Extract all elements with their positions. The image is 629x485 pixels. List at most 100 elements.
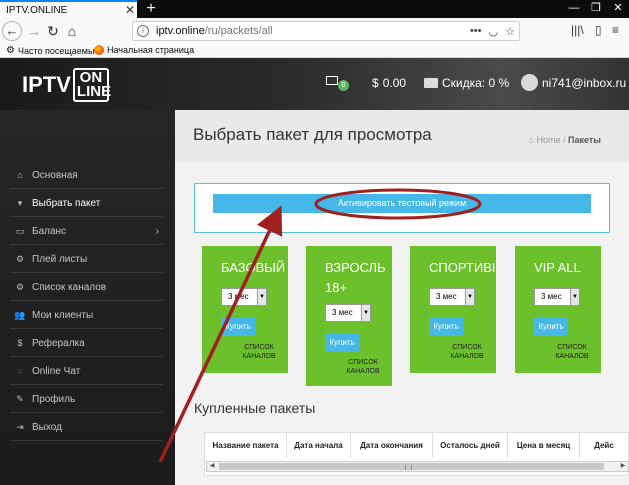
buy-button[interactable]: Купить: [221, 318, 255, 336]
forward-arrow-icon[interactable]: →: [25, 22, 43, 40]
period-value: 3 мес: [436, 292, 457, 301]
sidebar-item-balance[interactable]: ▭ Баланс ›: [10, 218, 163, 245]
page-header: Выбрать пакет для просмотра ⌂ Home / Пак…: [175, 110, 629, 162]
table-header-cell[interactable]: Осталось дней: [433, 433, 508, 458]
menu-icon[interactable]: ≡: [612, 23, 619, 37]
bookmark-label: Начальная страница: [107, 45, 195, 55]
scrollbar-thumb[interactable]: [219, 463, 604, 470]
users-icon: 👥: [14, 309, 26, 320]
new-tab-button[interactable]: +: [141, 0, 161, 18]
table-header-cell[interactable]: Дата окончания: [351, 433, 433, 458]
period-select[interactable]: 3 мес ▼: [429, 288, 475, 306]
sidebar-item-playlists[interactable]: ⚙ Плей листы: [10, 246, 163, 273]
table-header-cell[interactable]: Дата начала: [287, 433, 351, 458]
site-logo[interactable]: IPTV ON LINE: [22, 68, 111, 102]
reload-icon[interactable]: ↻: [44, 22, 62, 40]
maximize-icon[interactable]: ❐: [585, 0, 607, 18]
package-card-basic: БАЗОВЫЙ 3 мес ▼ Купить СПИСОК КАНАЛОВ: [202, 246, 288, 373]
bookmarks-toolbar: ⚙ Часто посещаемые Начальная страница: [0, 44, 629, 58]
balance-value: 0.00: [382, 76, 407, 90]
library-icon[interactable]: |||\: [571, 23, 584, 37]
bookmark-most-visited[interactable]: ⚙ Часто посещаемые: [6, 45, 99, 56]
sidebar-item-label: Баланс: [32, 225, 67, 237]
sidebar-item-label: Выход: [32, 421, 62, 433]
purchased-packages-title: Купленные пакеты: [194, 400, 316, 416]
channel-list-link[interactable]: СПИСОК КАНАЛОВ: [440, 343, 494, 361]
activate-trial-button[interactable]: Активировать тестовый режим: [213, 194, 591, 213]
wallet-icon: [424, 78, 438, 88]
gear-icon: ⚙: [15, 281, 25, 292]
sidebar-item-profile[interactable]: ✎ Профиль: [10, 386, 163, 413]
bookmark-star-icon[interactable]: ☆: [505, 25, 515, 38]
table-header-cell[interactable]: Дейс: [580, 433, 628, 458]
package-title: БАЗОВЫЙ: [221, 260, 286, 275]
user-menu[interactable]: ni741@inbox.ru: [521, 74, 626, 91]
period-select[interactable]: 3 мес ▼: [221, 288, 267, 306]
trial-panel: Активировать тестовый режим: [194, 183, 610, 233]
sidebar-item-label: Плей листы: [32, 253, 88, 265]
home-icon[interactable]: ⌂: [63, 22, 81, 40]
buy-button[interactable]: Купить: [429, 318, 463, 336]
browser-nav-bar: ← → ↻ ⌂ i iptv.online /ru/packets/all ••…: [0, 18, 629, 44]
channel-list-link[interactable]: СПИСОК КАНАЛОВ: [336, 358, 390, 376]
chevron-down-icon: ▼: [465, 289, 474, 305]
sidebar-item-label: Список каналов: [32, 281, 107, 293]
card-icon: ▭: [15, 225, 25, 236]
sidebar-item-logout[interactable]: ⇥ Выход: [10, 414, 163, 441]
channel-list-link[interactable]: СПИСОК КАНАЛОВ: [545, 343, 599, 361]
sidebar-item-label: Основная: [32, 169, 78, 181]
envelope-icon: [326, 76, 338, 85]
close-tab-icon[interactable]: ✕: [123, 3, 137, 17]
table-header-row: Название пакета Дата начала Дата окончан…: [205, 433, 628, 458]
sidebar-item-main[interactable]: ⌂ Основная: [10, 162, 163, 189]
breadcrumb-separator: /: [563, 135, 566, 145]
sidebar-toggle-icon[interactable]: ▯: [595, 23, 602, 37]
logout-icon: ⇥: [16, 421, 24, 432]
period-select[interactable]: 3 мес ▼: [534, 288, 580, 306]
package-title: ВЗРОСЛЫЙ 18+: [325, 260, 385, 295]
sidebar-item-referral[interactable]: $ Рефералка: [10, 330, 163, 357]
mail-count-badge: 0: [338, 80, 349, 91]
messages-button[interactable]: [326, 76, 338, 85]
table-header-cell[interactable]: Цена в месяц: [508, 433, 580, 458]
dollar-icon: $: [372, 76, 379, 90]
close-window-icon[interactable]: ✕: [607, 0, 629, 18]
minimize-icon[interactable]: —: [563, 0, 585, 18]
purchased-packages-table: Название пакета Дата начала Дата окончан…: [204, 432, 629, 476]
horizontal-scrollbar[interactable]: ◀ ▶: [206, 461, 629, 472]
tab-title: IPTV.ONLINE: [6, 4, 68, 16]
page-actions-icon[interactable]: •••: [470, 25, 482, 37]
chevron-right-icon: ›: [155, 225, 159, 237]
period-value: 3 мес: [228, 292, 249, 301]
period-select[interactable]: 3 мес ▼: [325, 304, 371, 322]
back-arrow-icon[interactable]: ←: [2, 21, 22, 41]
url-bar[interactable]: i iptv.online /ru/packets/all ••• ◡ ☆: [132, 21, 520, 41]
bookmark-label: Часто посещаемые: [17, 45, 100, 56]
chevron-down-icon: ▼: [570, 289, 579, 305]
logo-iptv-text: IPTV: [22, 72, 71, 97]
sidebar-item-online-chat[interactable]: ◌ Online Чат: [10, 358, 163, 385]
buy-button[interactable]: Купить: [325, 334, 359, 352]
sidebar-item-label: Мои клиенты: [32, 309, 94, 321]
sidebar: ⌂ Основная ▾ Выбрать пакет ▭ Баланс › ⚙ …: [0, 110, 175, 485]
breadcrumb-home[interactable]: Home: [536, 135, 560, 145]
avatar: [521, 74, 538, 91]
bookmark-start-page[interactable]: Начальная страница: [94, 45, 194, 55]
sidebar-item-my-clients[interactable]: 👥 Мои клиенты: [10, 302, 163, 329]
url-path: /ru/packets/all: [204, 25, 273, 37]
scroll-right-icon[interactable]: ▶: [618, 462, 628, 471]
edit-icon: ✎: [16, 393, 24, 404]
pocket-icon[interactable]: ◡: [489, 25, 499, 38]
sidebar-item-channel-list[interactable]: ⚙ Список каналов: [10, 274, 163, 301]
site-info-icon[interactable]: i: [137, 25, 149, 37]
sidebar-item-select-package[interactable]: ▾ Выбрать пакет: [10, 190, 163, 217]
browser-tab[interactable]: IPTV.ONLINE ✕: [0, 0, 137, 18]
sidebar-item-label: Рефералка: [32, 337, 85, 349]
channel-list-link[interactable]: СПИСОК КАНАЛОВ: [232, 343, 286, 361]
gear-icon: ⚙: [6, 45, 15, 56]
sidebar-item-label: Профиль: [32, 393, 76, 405]
table-header-cell[interactable]: Название пакета: [205, 433, 287, 458]
buy-button[interactable]: Купить: [534, 318, 568, 336]
scroll-left-icon[interactable]: ◀: [207, 462, 217, 471]
balance-display[interactable]: $ 0.00: [372, 76, 406, 90]
